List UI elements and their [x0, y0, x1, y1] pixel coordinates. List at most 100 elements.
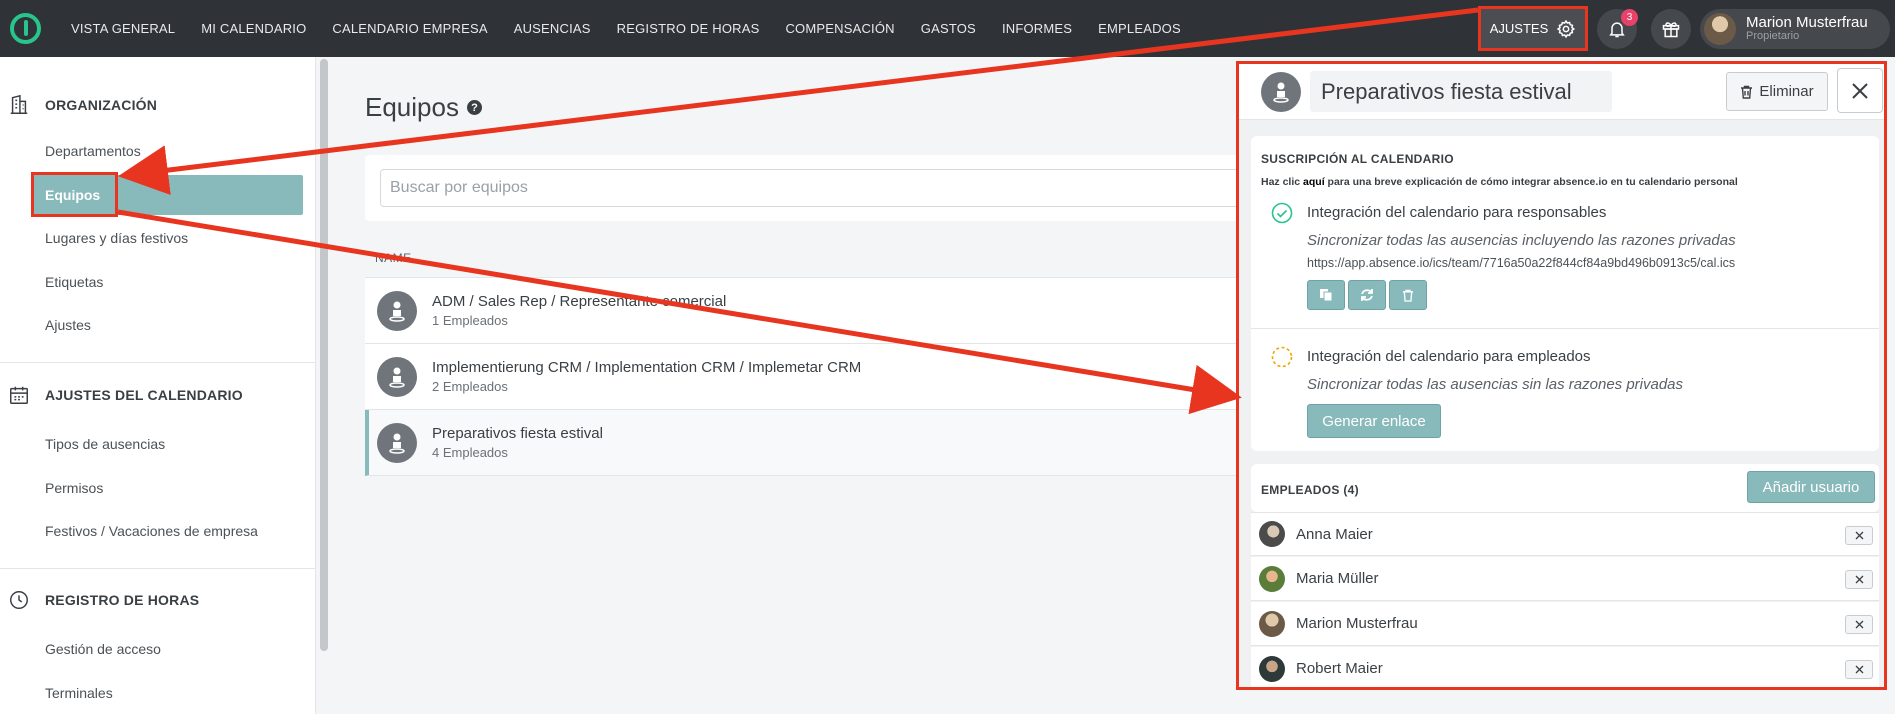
- close-icon: [1855, 620, 1863, 629]
- nav-gastos[interactable]: GASTOS: [921, 21, 976, 36]
- url-actions: [1307, 280, 1430, 310]
- absence-logo[interactable]: [10, 13, 41, 44]
- settings-button[interactable]: AJUSTES: [1478, 6, 1588, 51]
- calendar-url[interactable]: https://app.absence.io/ics/team/7716a50a…: [1307, 256, 1735, 270]
- nav-empleados[interactable]: EMPLEADOS: [1098, 21, 1181, 36]
- close-panel-button[interactable]: [1837, 68, 1883, 113]
- sidebar-item-etiquetas[interactable]: Etiquetas: [45, 274, 103, 290]
- team-count: 1 Empleados: [432, 313, 508, 328]
- hint-suffix: para una breve explicación de cómo integ…: [1327, 176, 1738, 188]
- team-name: Preparativos fiesta estival: [432, 425, 603, 442]
- page-title: Equipos ?: [365, 92, 482, 123]
- sidebar-item-permisos[interactable]: Permisos: [45, 480, 103, 496]
- gift-button[interactable]: [1651, 9, 1691, 49]
- close-icon: [1855, 575, 1863, 584]
- team-count: 4 Empleados: [432, 445, 508, 460]
- employee-integration-title: Integración del calendario para empleado…: [1307, 348, 1591, 365]
- check-circle-icon: [1271, 202, 1293, 224]
- column-header-name[interactable]: NAME: [375, 251, 412, 265]
- team-icon: [1261, 72, 1301, 112]
- remove-employee-button[interactable]: [1845, 526, 1873, 545]
- team-name-field[interactable]: Preparativos fiesta estival: [1310, 71, 1612, 112]
- employee-row: Maria Müller: [1251, 557, 1879, 601]
- refresh-icon: [1361, 289, 1373, 301]
- delete-url-button[interactable]: [1389, 280, 1427, 310]
- regenerate-url-button[interactable]: [1348, 280, 1386, 310]
- trash-icon: [1741, 85, 1753, 99]
- table-row[interactable]: Implementierung CRM / Implementation CRM…: [365, 344, 1245, 410]
- team-name: Implementierung CRM / Implementation CRM…: [432, 359, 862, 376]
- calendar-icon: [10, 386, 28, 404]
- sidebar-divider: [0, 568, 316, 569]
- copy-url-button[interactable]: [1307, 280, 1345, 310]
- generate-link-button[interactable]: Generar enlace: [1307, 404, 1441, 438]
- sidebar-item-departamentos[interactable]: Departamentos: [45, 143, 141, 159]
- team-detail-panel: Preparativos fiesta estival Eliminar SUS…: [1236, 61, 1887, 690]
- employee-name: Maria Müller: [1296, 570, 1379, 587]
- avatar: [1259, 610, 1285, 637]
- add-user-button[interactable]: Añadir usuario: [1747, 471, 1875, 503]
- notifications-button[interactable]: 3: [1597, 9, 1638, 49]
- employee-row: Anna Maier: [1251, 512, 1879, 556]
- nav-mi-calendario[interactable]: MI CALENDARIO: [201, 21, 306, 36]
- user-menu[interactable]: Marion Musterfrau Propietario: [1700, 9, 1890, 49]
- hint-prefix: Haz clic: [1261, 176, 1301, 188]
- sidebar-item-tipos-ausencias[interactable]: Tipos de ausencias: [45, 436, 165, 452]
- hint-link[interactable]: aquí: [1303, 176, 1325, 188]
- team-icon: [377, 290, 417, 331]
- section-ajustes-calendario: AJUSTES DEL CALENDARIO: [0, 384, 243, 406]
- teams-table: ADM / Sales Rep / Representante comercia…: [365, 277, 1245, 476]
- avatar: [1259, 521, 1285, 547]
- table-row[interactable]: ADM / Sales Rep / Representante comercia…: [365, 278, 1245, 344]
- nav-informes[interactable]: INFORMES: [1002, 21, 1072, 36]
- delete-label: Eliminar: [1759, 83, 1814, 100]
- remove-employee-button[interactable]: [1845, 660, 1873, 679]
- sidebar-item-lugares[interactable]: Lugares y días festivos: [45, 230, 188, 246]
- nav-ausencias[interactable]: AUSENCIAS: [514, 21, 591, 36]
- copy-icon: [1320, 289, 1333, 302]
- top-navigation-bar: VISTA GENERAL MI CALENDARIO CALENDARIO E…: [0, 0, 1895, 57]
- nav-compensacion[interactable]: COMPENSACIÓN: [785, 21, 894, 36]
- employee-name: Anna Maier: [1296, 525, 1373, 543]
- employee-row: Robert Maier: [1251, 647, 1879, 687]
- help-icon[interactable]: ?: [466, 100, 482, 115]
- delete-team-button[interactable]: Eliminar: [1726, 72, 1828, 111]
- sidebar-item-gestion-acceso[interactable]: Gestión de acceso: [45, 641, 161, 657]
- employee-integration-subtitle: Sincronizar todas las ausencias sin las …: [1307, 376, 1684, 393]
- main-nav: VISTA GENERAL MI CALENDARIO CALENDARIO E…: [58, 0, 1194, 57]
- scrollbar-thumb[interactable]: [320, 59, 328, 651]
- team-name: ADM / Sales Rep / Representante comercia…: [432, 293, 727, 310]
- section-registro-horas: REGISTRO DE HORAS: [0, 589, 199, 611]
- table-row-selected[interactable]: Preparativos fiesta estival 4 Empleados: [365, 410, 1245, 476]
- gift-icon: [1662, 22, 1680, 38]
- user-role: Propietario: [1746, 30, 1800, 43]
- sidebar-scrollbar[interactable]: [317, 57, 331, 714]
- employees-card-header: EMPLEADOS (4) Añadir usuario: [1251, 464, 1879, 512]
- search-card: [365, 155, 1245, 221]
- user-name: Marion Musterfrau: [1746, 14, 1868, 32]
- manager-integration-subtitle: Sincronizar todas las ausencias incluyen…: [1307, 232, 1736, 249]
- remove-employee-button[interactable]: [1845, 570, 1873, 589]
- subscription-hint: Haz clic aquí para una breve explicación…: [1261, 176, 1738, 188]
- pending-circle-icon: [1271, 346, 1293, 368]
- card-divider: [1251, 328, 1879, 329]
- search-input[interactable]: [380, 169, 1240, 207]
- nav-vista-general[interactable]: VISTA GENERAL: [71, 21, 175, 36]
- annotation-box-equipos: [31, 172, 118, 217]
- remove-employee-button[interactable]: [1845, 615, 1873, 634]
- sidebar-item-terminales[interactable]: Terminales: [45, 685, 113, 701]
- avatar: [1259, 655, 1285, 682]
- sidebar-item-ajustes[interactable]: Ajustes: [45, 317, 91, 333]
- user-avatar: [1704, 13, 1736, 45]
- nav-calendario-empresa[interactable]: CALENDARIO EMPRESA: [332, 21, 487, 36]
- section-title: ORGANIZACIÓN: [45, 97, 158, 113]
- nav-registro-de-horas[interactable]: REGISTRO DE HORAS: [617, 21, 760, 36]
- close-icon: [1855, 665, 1863, 674]
- gear-icon: [1557, 19, 1576, 38]
- sidebar: ORGANIZACIÓN Departamentos Equipos Lugar…: [0, 57, 316, 714]
- team-icon: [377, 356, 417, 397]
- section-title: REGISTRO DE HORAS: [45, 592, 200, 608]
- sidebar-item-festivos[interactable]: Festivos / Vacaciones de empresa: [45, 523, 258, 539]
- section-organizacion: ORGANIZACIÓN: [0, 94, 157, 116]
- manager-integration-title: Integración del calendario para responsa…: [1307, 204, 1607, 221]
